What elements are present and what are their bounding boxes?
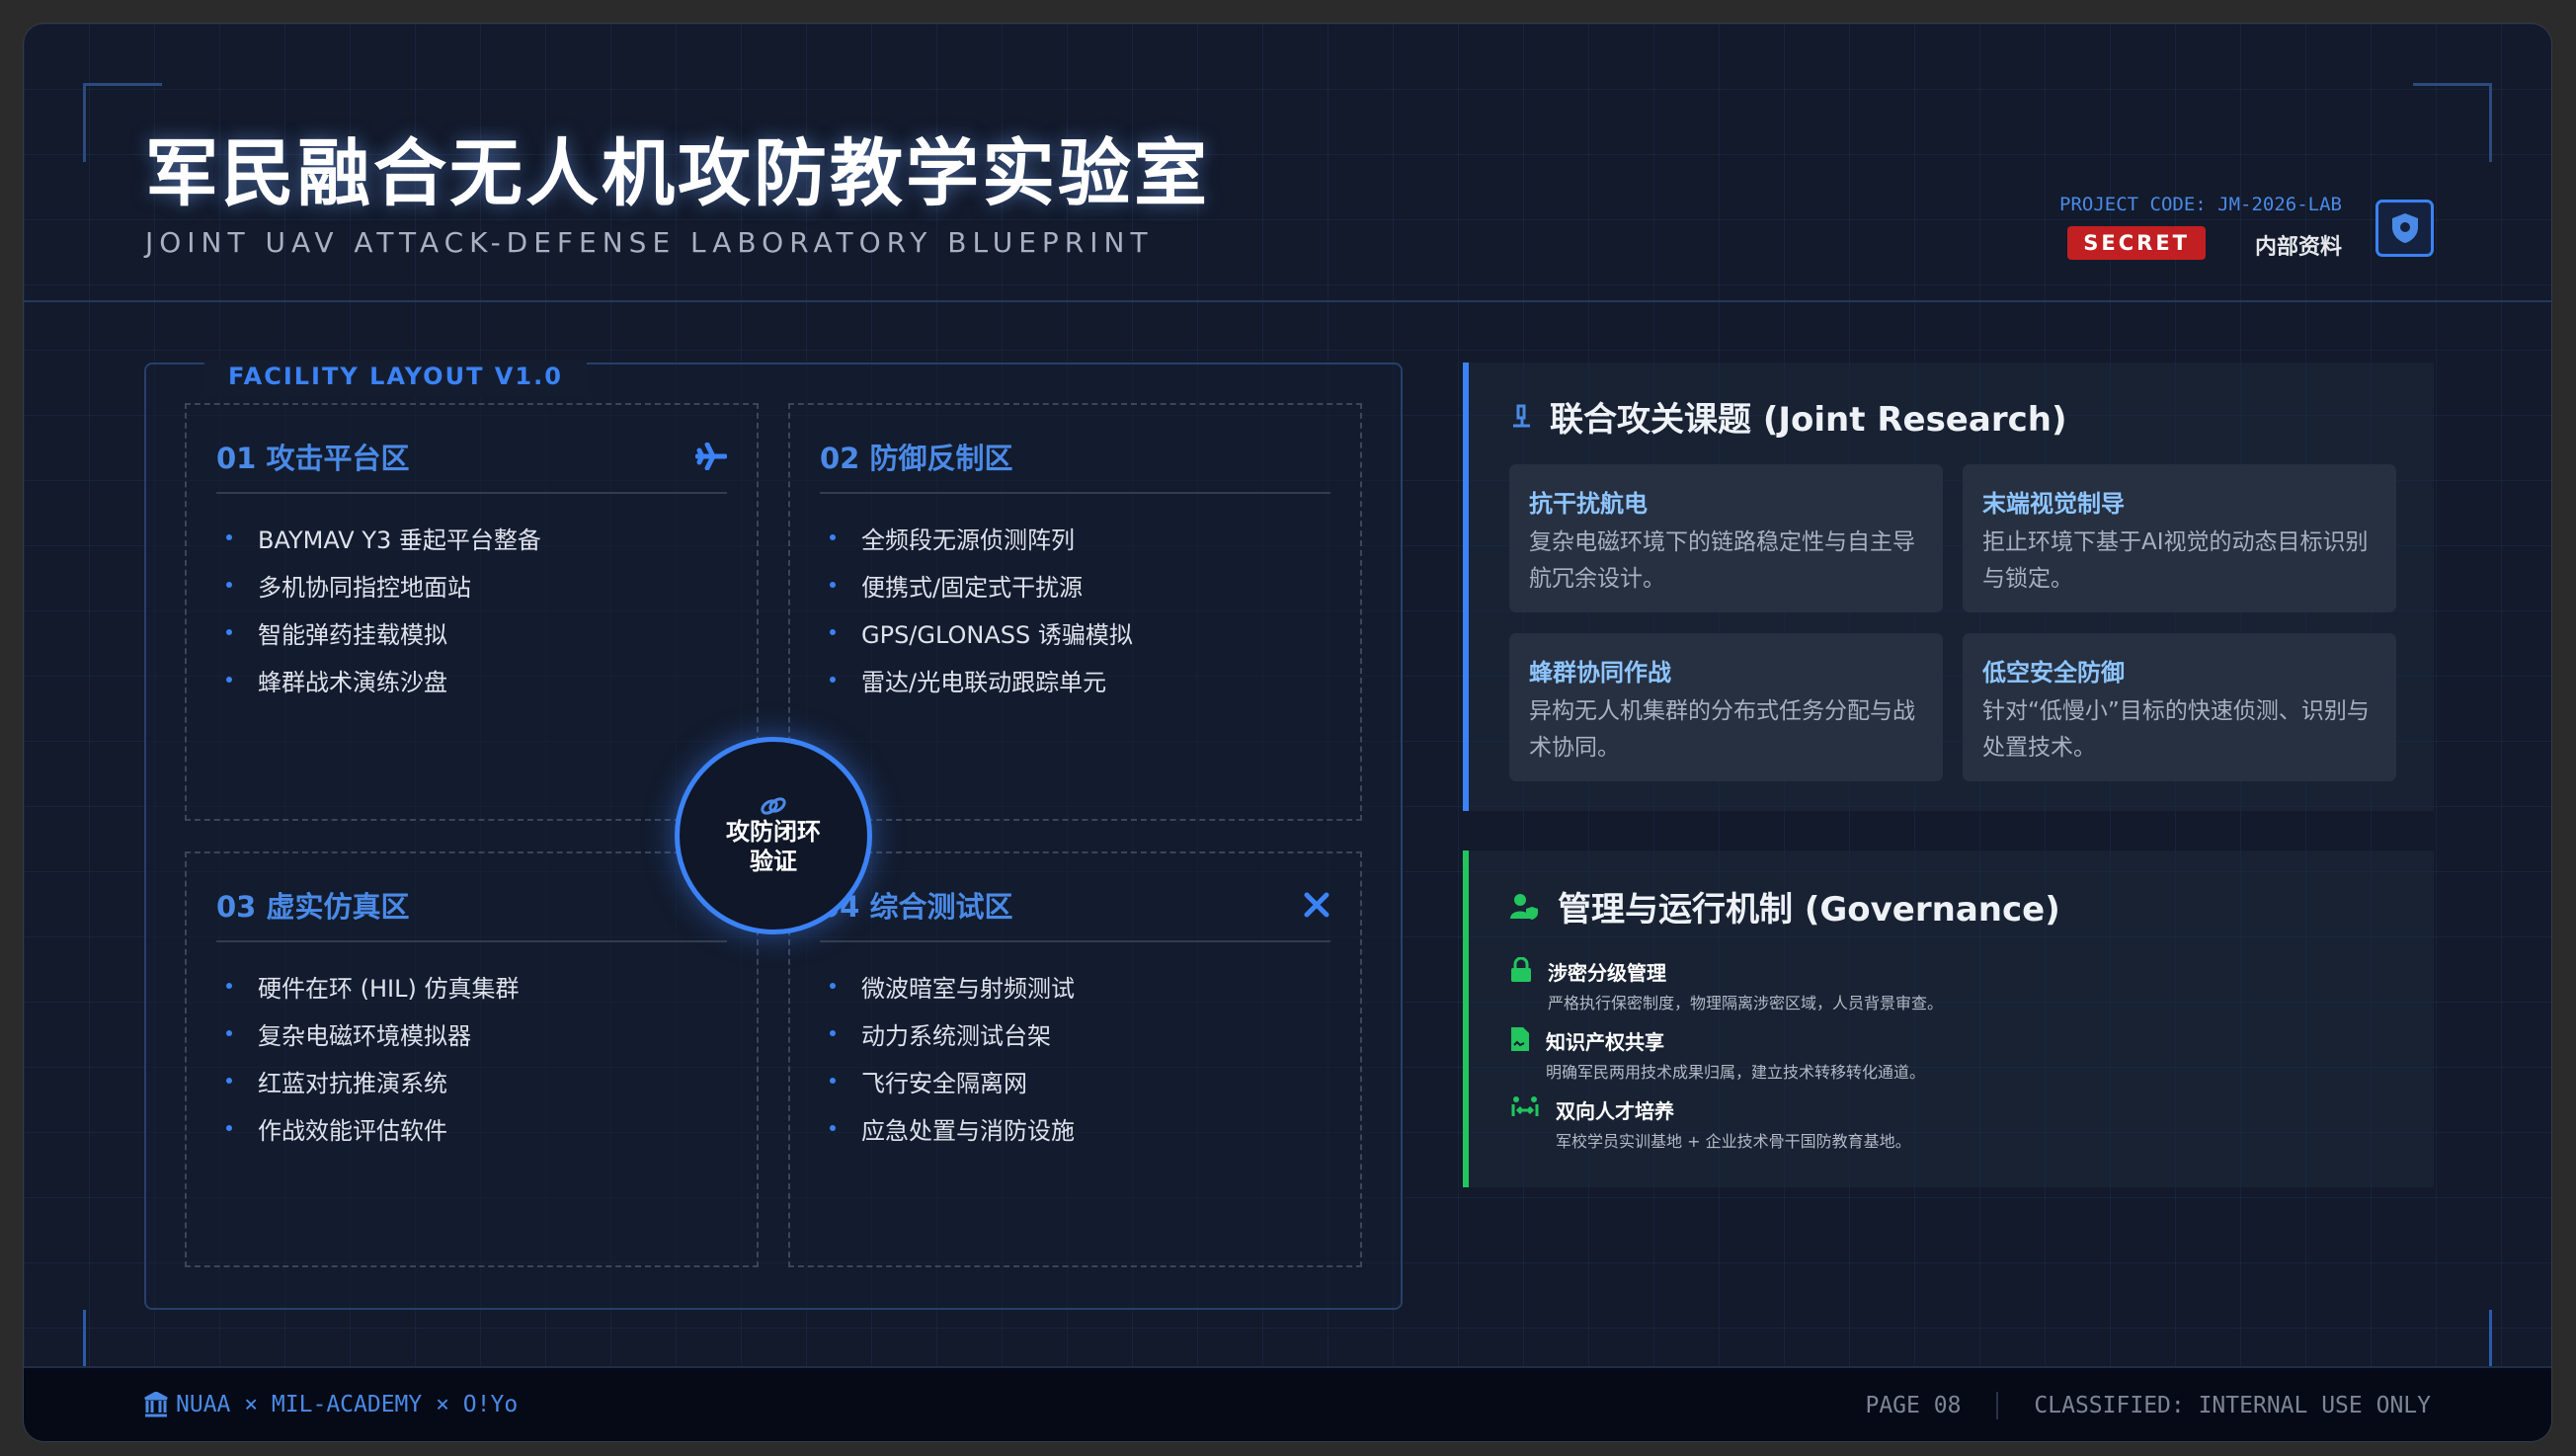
list-item: BAYMAV Y3 垂起平台整备: [216, 514, 727, 561]
footer-orgs: NUAA × MIL-ACADEMY × O!Yo: [176, 1392, 519, 1417]
corner-bracket: [83, 1310, 86, 1369]
zone-title: 02 防御反制区: [820, 442, 1013, 475]
zone-testing: 04 综合测试区 微波暗室与射频测试 动力系统测试台架 飞行安全隔离网 应急处置与消防…: [788, 851, 1362, 1267]
list-item: 硬件在环 (HIL) 仿真集群: [216, 962, 727, 1010]
plane-icon: [695, 443, 727, 470]
corner-bracket: [2413, 83, 2492, 162]
zone-attack: 01 攻击平台区 BAYMAV Y3 垂起平台整备 多机协同指控地面站 智能弹药挂载…: [185, 403, 759, 821]
research-card: 蜂群协同作战 异构无人机集群的分布式任务分配与战术协同。: [1509, 633, 1943, 781]
header-divider: [24, 300, 2551, 302]
research-title: 联合攻关课题 (Joint Research): [1550, 400, 2067, 440]
security-button[interactable]: [2375, 200, 2434, 257]
people-exchange-icon: [1511, 1096, 1539, 1116]
governance-item: 涉密分级管理 严格执行保密制度，物理隔离涉密区域，人员背景审查。: [1510, 957, 1943, 1013]
research-card: 末端视觉制导 拒止环境下基于AI视觉的动态目标识别与锁定。: [1963, 464, 2396, 612]
shield-icon: [2391, 213, 2418, 243]
link-icon: [761, 797, 786, 815]
hub-label: 验证: [750, 848, 797, 875]
list-item: 飞行安全隔离网: [820, 1057, 1330, 1104]
list-item: 红蓝对抗推演系统: [216, 1057, 727, 1104]
list-item: 智能弹药挂载模拟: [216, 608, 727, 656]
list-item: 复杂电磁环境模拟器: [216, 1010, 727, 1057]
joint-research-panel: 联合攻关课题 (Joint Research) 抗干扰航电 复杂电磁环境下的链路稳…: [1463, 363, 2434, 811]
governance-panel: 管理与运行机制 (Governance) 涉密分级管理 严格执行保密制度，物理隔离…: [1463, 850, 2434, 1187]
governance-item: 双向人才培养 军校学员实训基地 + 企业技术骨干国防教育基地。: [1510, 1095, 1911, 1152]
governance-item: 知识产权共享 明确军民两用技术成果归属，建立技术转移转化通道。: [1510, 1026, 1925, 1083]
zone-defense: 02 防御反制区 全频段无源侦测阵列 便携式/固定式干扰源 GPS/GLONASS …: [788, 403, 1362, 821]
list-item: 全频段无源侦测阵列: [820, 514, 1330, 561]
institution-icon: [144, 1392, 168, 1417]
list-item: 微波暗室与射频测试: [820, 962, 1330, 1010]
research-card: 抗干扰航电 复杂电磁环境下的链路稳定性与自主导航冗余设计。: [1509, 464, 1943, 612]
corner-bracket: [2489, 1310, 2492, 1369]
document-icon: [1511, 1027, 1529, 1051]
list-item: 动力系统测试台架: [820, 1010, 1330, 1057]
hub-label: 攻防闭环: [726, 818, 821, 846]
list-item: 蜂群战术演练沙盘: [216, 656, 727, 703]
slide: 军民融合无人机攻防教学实验室 JOINT UAV ATTACK-DEFENSE …: [23, 23, 2552, 1442]
classification-label: 内部资料: [2254, 235, 2342, 260]
zone-title: 01 攻击平台区: [216, 442, 410, 475]
classified-notice: CLASSIFIED: INTERNAL USE ONLY: [2034, 1393, 2431, 1418]
page-number: PAGE 08: [1865, 1393, 1962, 1418]
microscope-icon: [1513, 404, 1530, 427]
project-code: PROJECT CODE: JM-2026-LAB: [2059, 194, 2342, 215]
secret-badge: SECRET: [2067, 226, 2206, 260]
footer: NUAA × MIL-ACADEMY × O!Yo PAGE 08 CLASSI…: [24, 1366, 2551, 1441]
lock-icon: [1511, 957, 1531, 982]
list-item: 应急处置与消防设施: [820, 1104, 1330, 1152]
footer-divider: [1996, 1392, 1999, 1419]
list-item: 作战效能评估软件: [216, 1104, 727, 1152]
user-shield-icon: [1510, 893, 1538, 920]
list-item: 便携式/固定式干扰源: [820, 561, 1330, 608]
list-item: GPS/GLONASS 诱骗模拟: [820, 608, 1330, 656]
facility-label: FACILITY LAYOUT V1.0: [204, 361, 587, 396]
research-card: 低空安全防御 针对“低慢小”目标的快速侦测、识别与处置技术。: [1963, 633, 2396, 781]
tools-icon: [1304, 892, 1329, 918]
page-title: 军民融合无人机攻防教学实验室: [145, 131, 1210, 216]
list-item: 多机协同指控地面站: [216, 561, 727, 608]
closed-loop-hub: 攻防闭环 验证: [675, 737, 872, 934]
zone-title: 03 虚实仿真区: [216, 890, 410, 924]
page-subtitle: JOINT UAV ATTACK-DEFENSE LABORATORY BLUE…: [145, 226, 1154, 259]
zone-simulation: 03 虚实仿真区 硬件在环 (HIL) 仿真集群 复杂电磁环境模拟器 红蓝对抗推演系…: [185, 851, 759, 1267]
list-item: 雷达/光电联动跟踪单元: [820, 656, 1330, 703]
governance-title: 管理与运行机制 (Governance): [1558, 890, 2060, 930]
